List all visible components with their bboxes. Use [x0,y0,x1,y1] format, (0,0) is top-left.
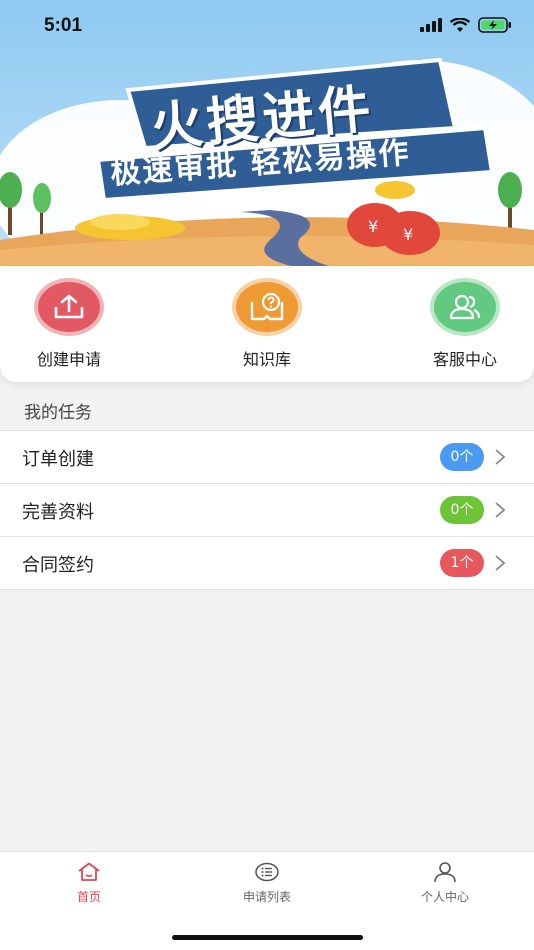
task-label: 订单创建 [22,449,94,470]
svg-text:¥: ¥ [403,225,413,244]
create-application-button[interactable]: 创建申请 [0,278,139,370]
task-count-badge: 0个 [440,443,484,471]
task-count-badge: 0个 [440,496,484,524]
status-time: 5:01 [44,15,83,36]
task-label: 合同签约 [22,555,94,576]
cellular-signal-icon [420,18,442,32]
tab-application-list[interactable]: 申请列表 [207,862,327,905]
tab-profile[interactable]: 个人中心 [385,862,505,905]
task-label: 完善资料 [22,502,94,523]
tab-label: 申请列表 [242,890,291,904]
status-bar: 5:01 [0,0,534,52]
quick-actions-card: 创建申请 知识库 客服中心 [0,266,534,382]
tab-label: 个人中心 [420,890,469,904]
knowledge-base-button[interactable]: 知识库 [197,278,337,370]
tab-label: 首页 [76,890,101,904]
person-icon [434,862,456,883]
help-book-icon [232,278,302,336]
create-application-label: 创建申请 [36,350,101,369]
svg-text:¥: ¥ [368,217,378,236]
task-row-complete-info[interactable]: 完善资料 0个 [0,484,534,537]
task-row-order-create[interactable]: 订单创建 0个 [0,431,534,484]
home-icon [78,862,100,881]
knowledge-base-label: 知识库 [242,350,291,369]
task-list: 订单创建 0个 完善资料 0个 合同签约 1个 [0,430,534,590]
upload-icon [34,278,104,336]
task-row-contract-sign[interactable]: 合同签约 1个 [0,537,534,590]
wifi-icon [450,17,470,32]
task-count-badge: 1个 [440,549,484,577]
list-icon [255,862,279,882]
customer-service-label: 客服中心 [432,350,497,369]
chevron-right-icon [495,449,506,465]
customer-service-button[interactable]: 客服中心 [395,278,534,370]
chevron-right-icon [495,555,506,571]
users-icon [430,278,500,336]
tasks-section-title: 我的任务 [24,403,92,423]
home-indicator[interactable] [172,935,363,940]
tab-home[interactable]: 首页 [29,862,149,905]
chevron-right-icon [495,502,506,518]
battery-charging-icon [478,17,511,33]
